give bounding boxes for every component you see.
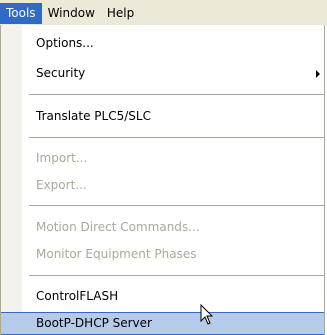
menu-item-security[interactable]: Security bbox=[1, 62, 324, 85]
menu-item-options[interactable]: Options... bbox=[1, 32, 324, 55]
menu-item-label: Import... bbox=[36, 151, 88, 165]
menu-item-label: Translate PLC5/SLC bbox=[36, 109, 151, 123]
menu-item-monitor-equipment-phases: Monitor Equipment Phases bbox=[1, 243, 324, 266]
menu-separator bbox=[29, 137, 324, 138]
menu-item-export: Export... bbox=[1, 174, 324, 197]
chevron-right-icon bbox=[316, 70, 320, 78]
menu-item-label: BootP-DHCP Server bbox=[36, 316, 152, 330]
menu-tools[interactable]: Tools bbox=[0, 2, 42, 24]
menu-separator bbox=[29, 205, 324, 206]
menu-item-label: Monitor Equipment Phases bbox=[36, 247, 197, 261]
mouse-pointer-icon bbox=[200, 304, 214, 325]
menu-item-label: Motion Direct Commands... bbox=[36, 220, 200, 234]
menu-separator bbox=[29, 275, 324, 276]
menu-item-import: Import... bbox=[1, 147, 324, 170]
tools-dropdown-menu: Options... Security Translate PLC5/SLC I… bbox=[0, 25, 325, 335]
menu-separator bbox=[29, 94, 324, 95]
menu-help[interactable]: Help bbox=[101, 3, 140, 24]
menu-item-translate-plc5-slc[interactable]: Translate PLC5/SLC bbox=[1, 105, 324, 128]
menu-window[interactable]: Window bbox=[42, 3, 101, 24]
menu-item-bootp-dhcp-server[interactable]: BootP-DHCP Server bbox=[1, 312, 324, 335]
menu-item-label: ControlFLASH bbox=[36, 289, 119, 303]
menu-item-label: Export... bbox=[36, 178, 87, 192]
menu-item-label: Options... bbox=[36, 36, 94, 50]
menu-item-controlflash[interactable]: ControlFLASH bbox=[1, 285, 324, 308]
menu-item-label: Security bbox=[36, 66, 86, 80]
menu-item-motion-direct-commands: Motion Direct Commands... bbox=[1, 216, 324, 239]
menu-bar: Tools Window Help bbox=[0, 0, 327, 25]
